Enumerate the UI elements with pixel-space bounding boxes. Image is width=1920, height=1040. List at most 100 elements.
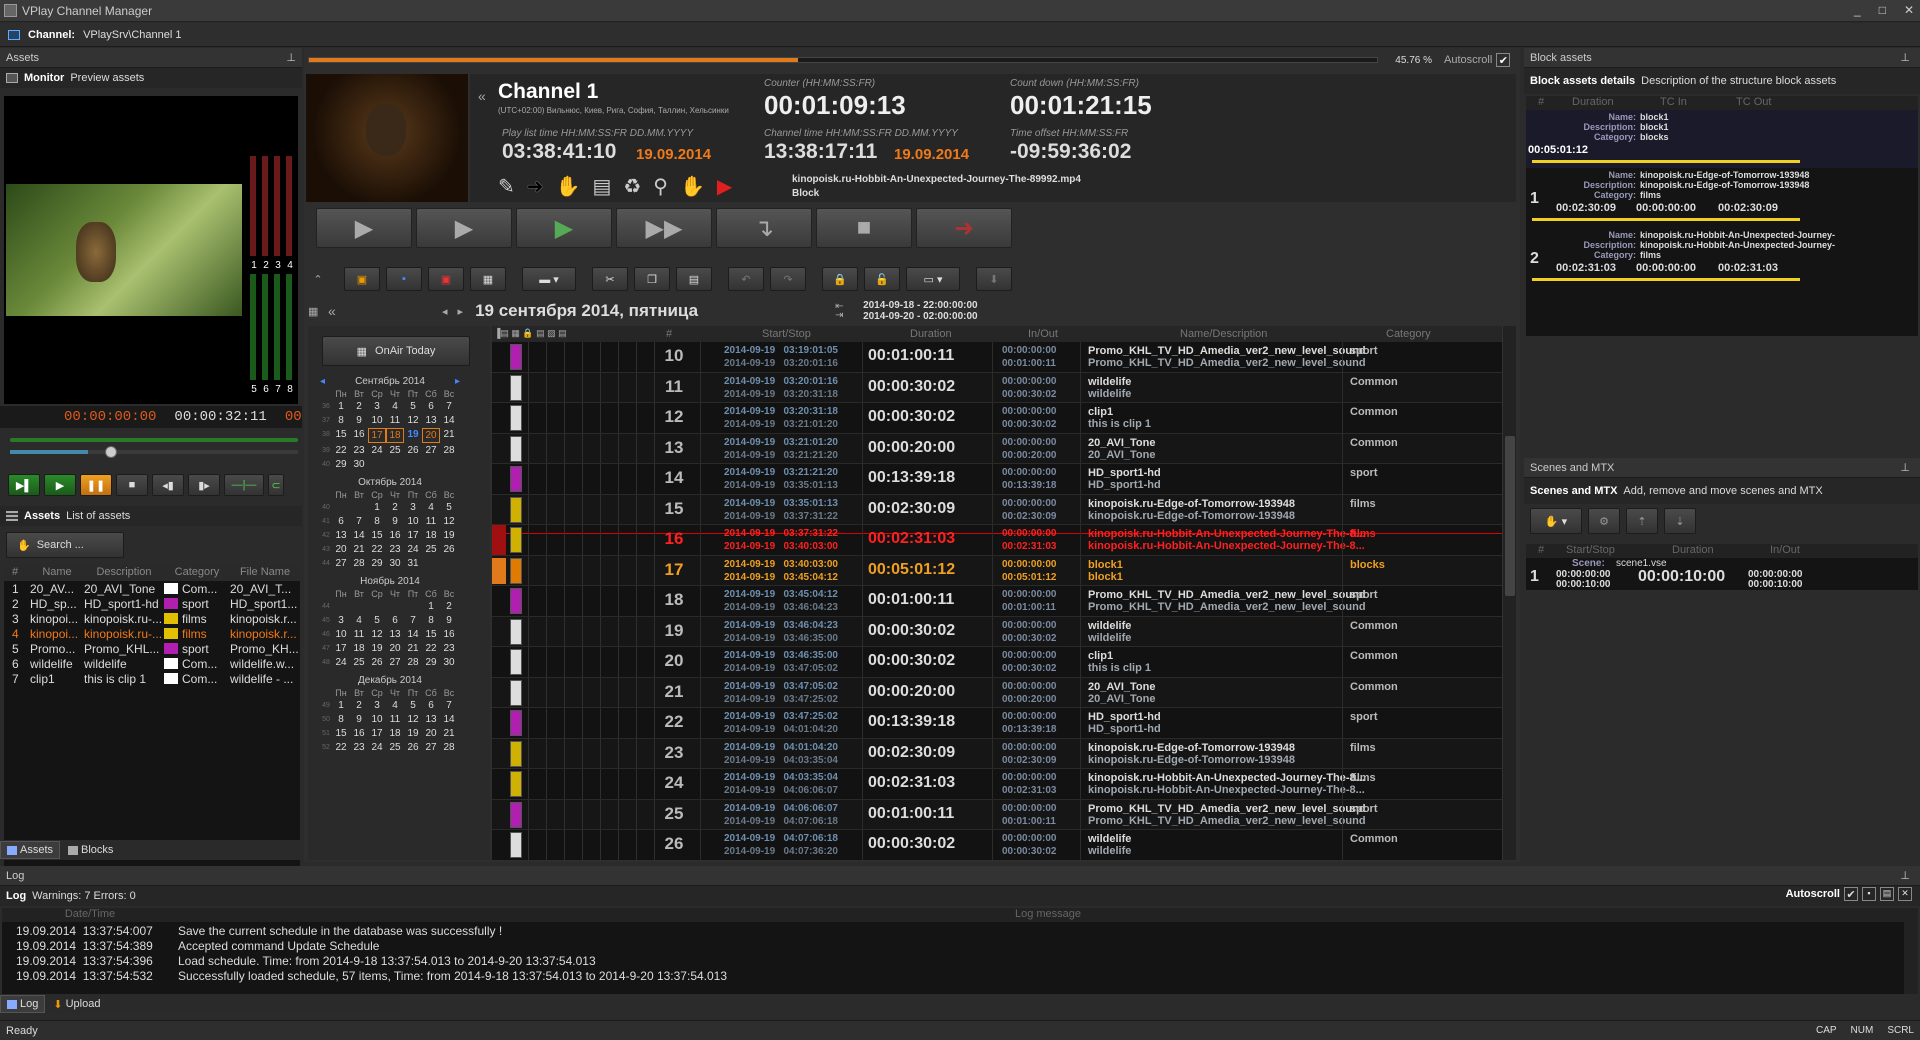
autoscroll-checkbox[interactable]: ✔ [1496,53,1511,67]
col-num[interactable]: # [4,566,30,581]
collapse-calendar-icon[interactable]: « [328,303,358,319]
schedule-row[interactable]: 15 2014-09-19 03:35:01:13 2014-09-19 03:37… [492,494,1502,525]
calendar-day[interactable]: 25 [350,656,368,669]
calendar-day[interactable]: 13 [422,713,440,726]
loop-button[interactable]: ⊂ [268,474,284,496]
calendar-day[interactable]: 19 [440,529,458,542]
collapse-icon[interactable]: « [478,88,486,104]
block-item-row[interactable]: 1 Name: kinopoisk.ru-Edge-of-Tomorrow-1939… [1526,168,1918,228]
log-row[interactable]: 19.09.2014 13:37:54:532 Successfully load… [2,969,1918,984]
redo-button[interactable]: ↷ [770,267,806,291]
calendar-day[interactable]: 4 [350,614,368,627]
calendar-day[interactable]: 16 [440,628,458,641]
asset-row[interactable]: 5 Promo... Promo_KHL... sport Promo_KH... [4,641,300,656]
calendar-day[interactable]: 22 [422,642,440,655]
calendar-day[interactable]: 30 [350,458,368,471]
calendar-day[interactable]: 23 [350,444,368,457]
calendar-day[interactable]: 30 [440,656,458,669]
calendar-day[interactable]: 8 [368,515,386,528]
calendar-day[interactable]: 10 [332,628,350,641]
calendar-day[interactable]: 11 [422,515,440,528]
asset-row[interactable]: 6 wildelife wildelife Com... wildelife.w... [4,656,300,671]
lock-button[interactable]: 🔒 [822,267,858,291]
schedule-row[interactable]: 20 2014-09-19 03:46:35:00 2014-09-19 03:47… [492,647,1502,678]
collapse-up-icon[interactable]: ⌃ [308,273,328,286]
calendar-day[interactable]: 18 [350,642,368,655]
calendar-day[interactable]: 13 [386,628,404,641]
calendar-day[interactable]: 17 [332,642,350,655]
calendar-day[interactable]: 6 [332,515,350,528]
calendar-day[interactable]: 19 [404,727,422,740]
emergency-button[interactable]: ➜ [916,208,1012,248]
calendar-day[interactable]: 10 [404,515,422,528]
col-startstop[interactable]: Start/Stop [1566,544,1615,556]
asset-row[interactable]: 4 kinopoi... kinopoisk.ru-... films kinopois… [4,626,300,641]
calendar-day[interactable]: 14 [440,713,458,726]
asset-row[interactable]: 7 clip1 this is clip 1 Com... wildelife - ..… [4,671,300,686]
calendar-day[interactable]: 18 [386,727,404,740]
calendar-day[interactable]: 2 [440,600,458,613]
log-autoscroll-checkbox[interactable]: ✔ [1844,887,1858,901]
calendar-day[interactable]: 23 [386,543,404,556]
calendar-day[interactable]: 21 [440,428,458,443]
prepare-button[interactable]: ▶ [416,208,512,248]
onair-today-button[interactable]: ▦ OnAir Today [322,336,470,366]
calendar-day[interactable]: 20 [386,642,404,655]
prev-day-button[interactable]: ◂ [442,305,448,318]
undo-button[interactable]: ↶ [728,267,764,291]
calendar-day[interactable]: 21 [440,727,458,740]
calendar-day[interactable]: 7 [440,400,458,413]
calendar-day[interactable]: 25 [422,543,440,556]
calendar-day[interactable]: 7 [350,515,368,528]
calendar-day[interactable]: 10 [368,414,386,427]
pause-button[interactable]: ❚❚ [80,474,112,496]
calendar-day[interactable]: 24 [404,543,422,556]
col-duration[interactable]: Duration [1572,96,1614,108]
calendar-day[interactable]: 24 [368,741,386,754]
calendar-day[interactable]: 15 [332,428,350,443]
calendar-day[interactable]: 29 [332,458,350,471]
calendar-day[interactable]: 13 [332,529,350,542]
calendar-day[interactable]: 27 [386,656,404,669]
col-inout[interactable]: In/Out [1028,328,1058,340]
calendar-day[interactable]: 21 [350,543,368,556]
schedule-row[interactable]: 18 2014-09-19 03:45:04:12 2014-09-19 03:46… [492,586,1502,617]
calendar-day[interactable]: 2 [350,699,368,712]
schedule-row[interactable]: 10 2014-09-19 03:19:01:05 2014-09-19 03:20… [492,342,1502,373]
pin-icon[interactable]: ⊥ [1900,461,1910,474]
col-name[interactable]: Name [30,566,84,581]
calendar-day[interactable]: 20 [422,727,440,740]
scene-row[interactable]: 1 Scene: scene1.vse 00:00:00:00 00:00:10… [1526,558,1918,590]
tab-log[interactable]: Log [0,995,46,1013]
calendar-day[interactable]: 24 [368,444,386,457]
calendar-day[interactable]: 5 [368,614,386,627]
block-item-row[interactable]: 2 Name: kinopoisk.ru-Hobbit-An-Unexpected-… [1526,228,1918,288]
col-name[interactable]: Name/Description [1180,328,1267,340]
preview-position-slider[interactable] [10,446,298,458]
calendar-day[interactable]: 15 [332,727,350,740]
calendar-day[interactable]: 1 [422,600,440,613]
schedule-row[interactable]: 16 2014-09-19 03:37:31:22 2014-09-19 03:40… [492,525,1502,556]
table-button[interactable]: ▦ [470,267,506,291]
slider-handle[interactable] [105,446,117,458]
print-log-icon[interactable]: ▤ [1880,887,1894,901]
calendar-day[interactable]: 22 [332,741,350,754]
col-datetime[interactable]: Date/Time [2,908,178,922]
calendar-day[interactable]: 12 [368,628,386,641]
move-down-button[interactable]: ⇣ [1664,508,1696,534]
calendar-day[interactable]: 14 [350,529,368,542]
calendar-day[interactable]: 11 [386,713,404,726]
calendar-day[interactable]: 3 [368,400,386,413]
calendar-day[interactable]: 3 [404,501,422,514]
calendar-day[interactable]: 20 [422,428,440,443]
calendar-day[interactable]: 19 [368,642,386,655]
calendar-day[interactable]: 17 [368,727,386,740]
schedule-row[interactable]: 13 2014-09-19 03:21:01:20 2014-09-19 03:21… [492,433,1502,464]
calendar-day[interactable]: 26 [404,444,422,457]
calendar-day[interactable]: 22 [332,444,350,457]
next-day-button[interactable]: ▸ [458,305,464,318]
calendar-day[interactable]: 16 [386,529,404,542]
calendar-day[interactable]: 28 [440,741,458,754]
schedule-row[interactable]: 21 2014-09-19 03:47:05:02 2014-09-19 03:47… [492,677,1502,708]
maximize-button[interactable]: □ [1879,3,1886,17]
